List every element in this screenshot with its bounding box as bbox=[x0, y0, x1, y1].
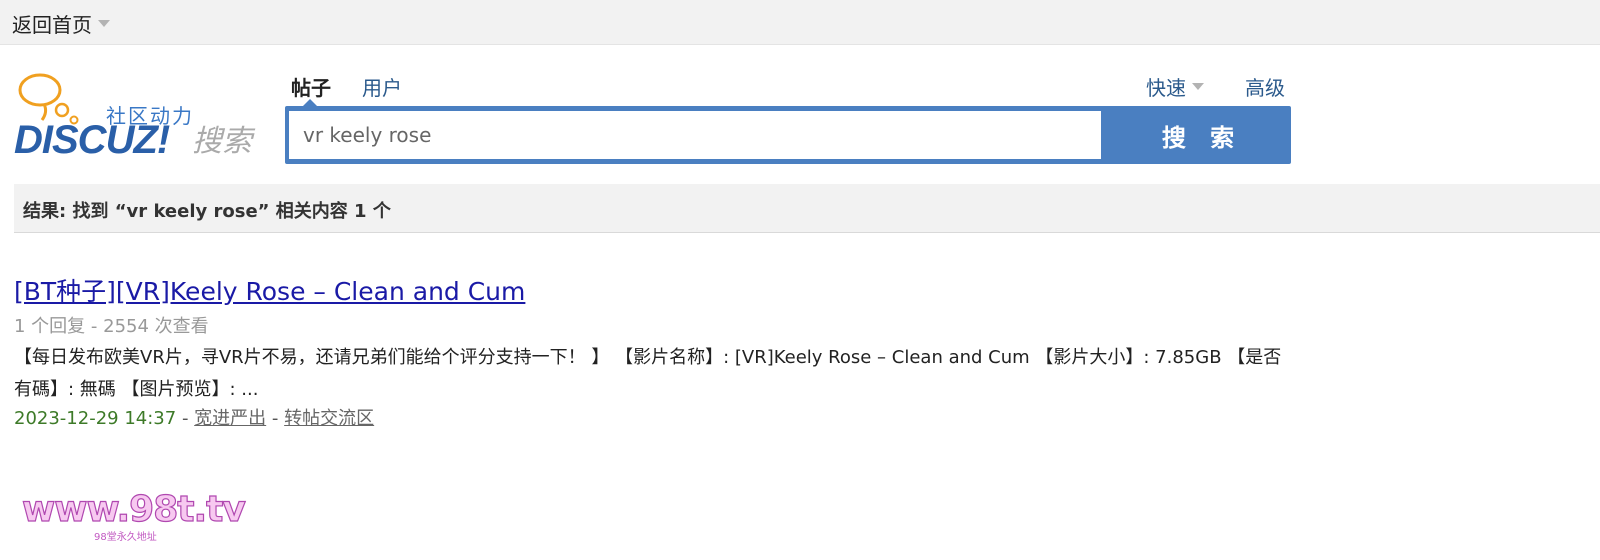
watermark-site: www.98t.tv bbox=[21, 488, 246, 530]
chevron-down-icon bbox=[1192, 83, 1204, 90]
search-button[interactable]: 搜 索 bbox=[1113, 106, 1291, 164]
author-link[interactable]: 宽进严出 bbox=[194, 408, 266, 429]
result-date: 2023-12-29 14:37 bbox=[14, 408, 177, 429]
back-home-label: 返回首页 bbox=[12, 13, 92, 37]
logo-brand: DISCUZ! bbox=[14, 118, 170, 162]
result-summary: 结果: 找到 “vr keely rose” 相关内容 1 个 bbox=[23, 201, 391, 222]
quick-search-label: 快速 bbox=[1146, 76, 1186, 100]
result-stats: 1 个回复 - 2554 次查看 bbox=[14, 316, 209, 337]
separator: - bbox=[271, 408, 279, 429]
search-box: 搜 索 bbox=[285, 106, 1291, 164]
separator: - bbox=[181, 408, 189, 429]
tab-posts[interactable]: 帖子 bbox=[291, 72, 331, 101]
result-snippet: 【每日发布欧美VR片，寻VR片不易，还请兄弟们能给个评分支持一下！ 】 【影片名… bbox=[14, 347, 1282, 400]
watermark-tagline: 98堂永久地址 bbox=[94, 532, 157, 543]
result-title-link[interactable]: [BT种子][VR]Keely Rose – Clean and Cum bbox=[14, 272, 525, 308]
result-footer: 2023-12-29 14:37 - 宽进严出 - 转帖交流区 bbox=[14, 404, 374, 430]
chevron-down-icon bbox=[98, 20, 110, 27]
discuz-logo[interactable]: 社区动力 DISCUZ! 搜索 bbox=[14, 70, 254, 162]
search-input[interactable] bbox=[289, 111, 1101, 159]
logo-search-label: 搜索 bbox=[192, 124, 252, 159]
forum-link[interactable]: 转帖交流区 bbox=[284, 408, 374, 429]
top-bar: 返回首页 bbox=[0, 0, 1600, 45]
tab-users[interactable]: 用户 bbox=[362, 72, 402, 101]
back-home-link[interactable]: 返回首页 bbox=[12, 9, 110, 38]
quick-search-dropdown[interactable]: 快速 bbox=[1146, 72, 1204, 101]
site-watermark: www.98t.tv 98堂永久地址 bbox=[21, 488, 246, 546]
advanced-search-link[interactable]: 高级 bbox=[1245, 72, 1285, 101]
result-summary-bar: 结果: 找到 “vr keely rose” 相关内容 1 个 bbox=[14, 184, 1600, 233]
